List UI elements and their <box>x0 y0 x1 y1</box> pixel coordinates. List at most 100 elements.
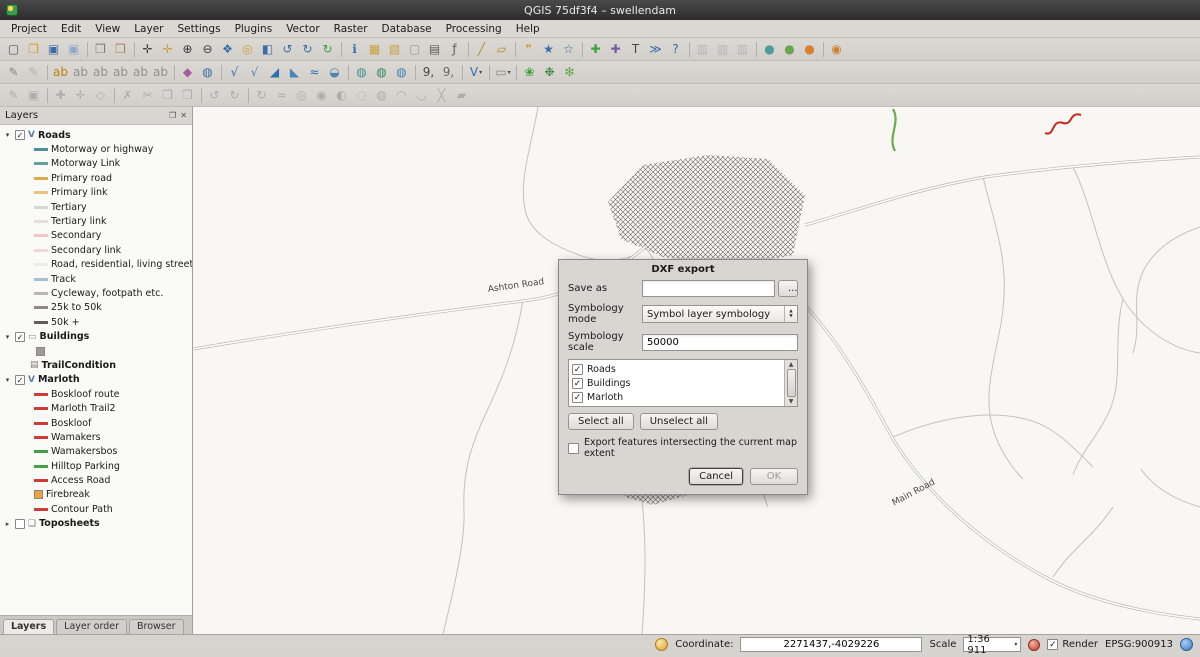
attribute-table-icon[interactable]: ▤ <box>425 40 445 59</box>
toolbar-separator[interactable] <box>114 88 115 103</box>
layer-marloth[interactable]: ▾ ✓ V Marloth <box>0 373 192 387</box>
legend-hilltop-parking[interactable]: Hilltop Parking <box>0 459 192 473</box>
layer-visibility-checkbox[interactable]: ✓ <box>15 130 25 140</box>
scale-combo[interactable]: 1:36 911 ▾ <box>963 637 1021 652</box>
save-project-as-icon[interactable]: ▣ <box>64 40 84 59</box>
undo-icon[interactable]: ↺ <box>205 86 225 105</box>
legend-tertiary-link[interactable]: Tertiary link <box>0 214 192 228</box>
add-part-icon[interactable]: ◉ <box>312 86 332 105</box>
legend-motorway-or-highway[interactable]: Motorway or highway <box>0 142 192 156</box>
log-messages-icon[interactable] <box>1180 638 1193 651</box>
legend-wamakers[interactable]: Wamakers <box>0 430 192 444</box>
pan-to-selection-icon[interactable]: ✛ <box>158 40 178 59</box>
map-canvas[interactable]: Ashton Road Main Road DXF export Save as… <box>193 107 1200 634</box>
legend-25k-to-50k[interactable]: 25k to 50k <box>0 301 192 315</box>
simplify-feature-icon[interactable]: ≈ <box>272 86 292 105</box>
menu-database[interactable]: Database <box>375 21 439 37</box>
new-shapefile-layer-icon[interactable]: ✚ <box>586 40 606 59</box>
toggle-editing-icon[interactable]: ✎ <box>4 86 24 105</box>
show-hidden-labels-icon[interactable]: ab <box>131 63 151 82</box>
identify-features-icon[interactable]: ℹ <box>345 40 365 59</box>
legend-primary-link[interactable]: Primary link <box>0 186 192 200</box>
tab-browser[interactable]: Browser <box>129 619 184 634</box>
cut-features-icon[interactable]: ✂ <box>138 86 158 105</box>
zoom-to-selection-icon[interactable]: ◎ <box>238 40 258 59</box>
grass-open-mapset-icon[interactable]: ▥ <box>693 40 713 59</box>
toolbar-separator[interactable] <box>248 88 249 103</box>
help-contents-icon[interactable]: ? <box>666 40 686 59</box>
deselect-all-icon[interactable]: ▢ <box>405 40 425 59</box>
zoom-last-icon[interactable]: ↺ <box>278 40 298 59</box>
unselect-all-button[interactable]: Unselect all <box>640 413 718 430</box>
ok-button[interactable]: OK <box>750 468 798 485</box>
legend-road-residential[interactable]: Road, residential, living street, etc. <box>0 258 192 272</box>
toolbar-separator[interactable] <box>468 42 469 57</box>
export-layer-checkbox[interactable]: ✓ <box>572 392 583 403</box>
redo-icon[interactable]: ↻ <box>225 86 245 105</box>
layer-trailcondition[interactable]: ▤ TrailCondition <box>0 358 192 372</box>
expand-arrow-icon[interactable]: ▾ <box>3 376 12 384</box>
layer-roads[interactable]: ▾ ✓ V Roads <box>0 128 192 142</box>
merge-features-icon[interactable]: ▰ <box>452 86 472 105</box>
field-calculator-icon[interactable]: ƒ <box>445 40 465 59</box>
legend-boskloof[interactable]: Boskloof <box>0 416 192 430</box>
legend-50k-plus[interactable]: 50k + <box>0 315 192 329</box>
toolbar-separator[interactable] <box>462 65 463 80</box>
tab-layers[interactable]: Layers <box>3 619 54 634</box>
export-layer-row[interactable]: ✓ Buildings <box>572 376 781 390</box>
fill-ring-icon[interactable]: ◐ <box>332 86 352 105</box>
qgis2web-plugin-icon[interactable]: ❇ <box>560 63 580 82</box>
epsg-button[interactable]: EPSG:900913 <box>1105 639 1173 650</box>
node-tool-icon[interactable]: ◇ <box>91 86 111 105</box>
menu-layer[interactable]: Layer <box>127 21 170 37</box>
scroll-thumb[interactable] <box>787 369 796 397</box>
rotate-label-icon[interactable]: ab <box>91 63 111 82</box>
toolbar-separator[interactable] <box>582 42 583 57</box>
wms-globe-icon[interactable]: ◍ <box>352 63 372 82</box>
symbology-scale-input[interactable] <box>642 334 798 351</box>
openlayers-plugin-icon[interactable]: ❉ <box>540 63 560 82</box>
layer-visibility-checkbox[interactable] <box>15 519 25 529</box>
layer-visibility-checkbox[interactable]: ✓ <box>15 332 25 342</box>
menu-plugins[interactable]: Plugins <box>228 21 280 37</box>
menu-vector[interactable]: Vector <box>279 21 326 37</box>
menu-settings[interactable]: Settings <box>170 21 227 37</box>
pan-map-icon[interactable]: ✛ <box>138 40 158 59</box>
legend-marloth-trail2[interactable]: Marloth Trail2 <box>0 401 192 415</box>
raster-calculator-icon[interactable]: ◉ <box>827 40 847 59</box>
composer-manager-icon[interactable]: ❒ <box>111 40 131 59</box>
legend-contour-path[interactable]: Contour Path <box>0 502 192 516</box>
tab-layer-order[interactable]: Layer order <box>56 619 127 634</box>
offset-curve-icon[interactable]: ◡ <box>412 86 432 105</box>
toolbar-separator[interactable] <box>174 65 175 80</box>
grass-tools-icon[interactable]: ▥ <box>733 40 753 59</box>
select-by-expression-icon[interactable]: ▧ <box>385 40 405 59</box>
toolbar-separator[interactable] <box>134 42 135 57</box>
osm-download-icon[interactable]: ● <box>760 40 780 59</box>
menu-raster[interactable]: Raster <box>327 21 375 37</box>
show-bookmarks-icon[interactable]: ☆ <box>559 40 579 59</box>
stop-render-icon[interactable] <box>1028 639 1040 651</box>
menu-project[interactable]: Project <box>4 21 54 37</box>
coordinate-capture-icon[interactable]: 9, <box>419 63 439 82</box>
toolbar-separator[interactable] <box>415 65 416 80</box>
python-console-icon[interactable]: ≫ <box>646 40 666 59</box>
export-layer-row[interactable]: ✓ Roads <box>572 362 781 376</box>
vector-select-tool-icon[interactable]: V▾ <box>466 63 486 82</box>
legend-cycleway[interactable]: Cycleway, footpath etc. <box>0 286 192 300</box>
heatmap-icon[interactable]: ◒ <box>325 63 345 82</box>
zoom-full-icon[interactable]: ❖ <box>218 40 238 59</box>
delete-ring-icon[interactable]: ◌ <box>352 86 372 105</box>
float-panel-icon[interactable]: ❐ <box>169 111 176 120</box>
save-edits-icon[interactable]: ▣ <box>24 86 44 105</box>
vector-check-geometry-icon[interactable]: √ <box>225 63 245 82</box>
copy-features-icon[interactable]: ❐ <box>158 86 178 105</box>
osm-import-icon[interactable]: ● <box>780 40 800 59</box>
map-tips-icon[interactable]: ❞ <box>519 40 539 59</box>
select-features-icon[interactable]: ▦ <box>365 40 385 59</box>
expand-arrow-icon[interactable]: ▸ <box>3 520 12 528</box>
cancel-button[interactable]: Cancel <box>689 468 743 485</box>
move-feature-icon[interactable]: ✛ <box>71 86 91 105</box>
new-project-icon[interactable]: ▢ <box>4 40 24 59</box>
paste-features-icon[interactable]: ❒ <box>178 86 198 105</box>
